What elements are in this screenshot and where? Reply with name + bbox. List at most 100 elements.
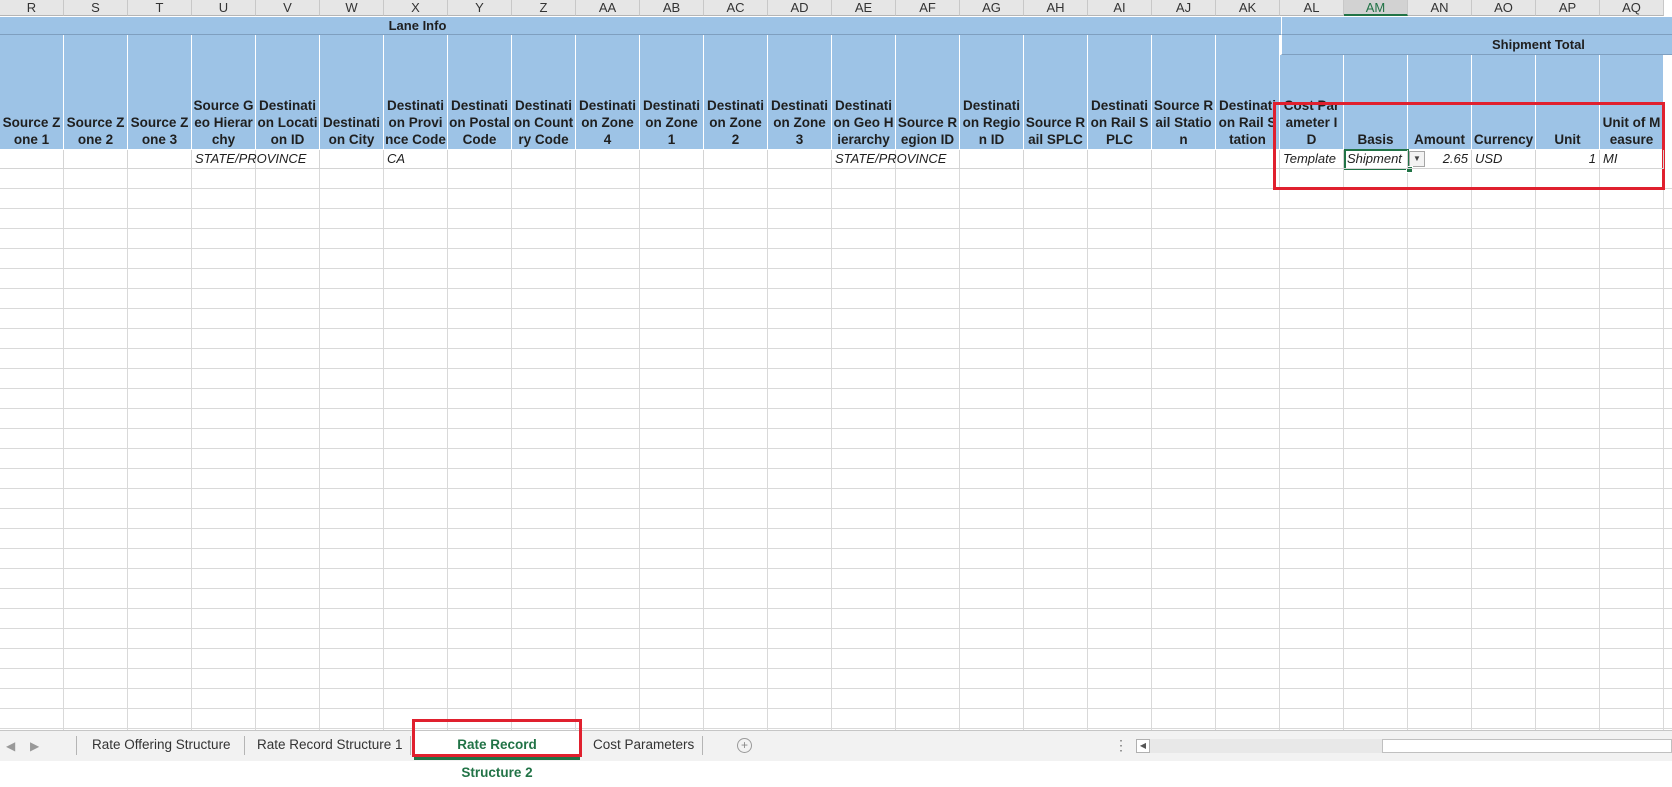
column-header-ah[interactable]: AH bbox=[1024, 0, 1088, 16]
header-cell-u[interactable]: Source Geo Hierarchy bbox=[192, 35, 256, 149]
column-header-ag[interactable]: AG bbox=[960, 0, 1024, 16]
column-header-al[interactable]: AL bbox=[1280, 0, 1344, 16]
shipment-total-label: Shipment Total bbox=[1492, 37, 1585, 52]
header-cell-w[interactable]: Destination City bbox=[320, 35, 384, 149]
column-header-aq[interactable]: AQ bbox=[1600, 0, 1664, 16]
cell-z-row[interactable] bbox=[512, 150, 576, 169]
tab-scroll-prev-icon[interactable]: ◀ bbox=[6, 739, 15, 753]
header-label: Destination Zone 3 bbox=[770, 98, 828, 147]
column-header-am[interactable]: AM bbox=[1344, 0, 1408, 16]
tab-cost-parameters[interactable]: Cost Parameters bbox=[581, 731, 706, 760]
header-cell-r[interactable]: Source Zone 1 bbox=[0, 35, 64, 149]
column-header-af[interactable]: AF bbox=[896, 0, 960, 16]
column-header-ad[interactable]: AD bbox=[768, 0, 832, 16]
column-header-aj[interactable]: AJ bbox=[1152, 0, 1216, 16]
header-cell-ac[interactable]: Destination Zone 2 bbox=[704, 35, 768, 149]
cell-aa-row[interactable] bbox=[576, 150, 640, 169]
cell-y-row[interactable] bbox=[448, 150, 512, 169]
cell-w-row[interactable] bbox=[320, 150, 384, 169]
cell-ao-row[interactable]: USD bbox=[1472, 150, 1536, 169]
header-cell-ae[interactable]: Destination Geo Hierarchy bbox=[832, 35, 896, 149]
column-header-ae[interactable]: AE bbox=[832, 0, 896, 16]
spreadsheet-grid[interactable]: R S T U V W X Y Z AA AB AC AD AE AF AG AH AI AJ AK AL AM AN AO A… bbox=[0, 0, 1672, 730]
shipment-total-band: Shipment Total bbox=[1281, 35, 1672, 55]
header-cell-aa[interactable]: Destination Zone 4 bbox=[576, 35, 640, 149]
cell-aj-row[interactable] bbox=[1152, 150, 1216, 169]
header-label: Destination Rail SPLC bbox=[1090, 98, 1149, 147]
tab-label: Rate Offering Structure bbox=[92, 737, 231, 752]
scroll-left-icon[interactable]: ◀ bbox=[1136, 739, 1150, 753]
cell-aq-row[interactable]: MI bbox=[1600, 150, 1664, 169]
header-cell-an[interactable]: Amount bbox=[1408, 55, 1472, 149]
cell-r-row[interactable] bbox=[0, 150, 64, 169]
column-header-ao[interactable]: AO bbox=[1472, 0, 1536, 16]
header-cell-ad[interactable]: Destination Zone 3 bbox=[768, 35, 832, 149]
header-cell-z[interactable]: Destination Country Code bbox=[512, 35, 576, 149]
horizontal-scrollbar-thumb[interactable] bbox=[1382, 739, 1672, 753]
lane-info-band: Lane Info bbox=[0, 17, 1281, 35]
cell-al-row[interactable]: Template bbox=[1280, 150, 1344, 169]
header-cell-ab[interactable]: Destination Zone 1 bbox=[640, 35, 704, 149]
header-label: Destination Postal Code bbox=[449, 98, 510, 147]
column-header-ap[interactable]: AP bbox=[1536, 0, 1600, 16]
column-header-w[interactable]: W bbox=[320, 0, 384, 16]
header-label: Cost Parameter ID bbox=[1283, 98, 1340, 147]
cell-t-row[interactable] bbox=[128, 150, 192, 169]
cell-ab-row[interactable] bbox=[640, 150, 704, 169]
column-header-ac[interactable]: AC bbox=[704, 0, 768, 16]
header-cell-s[interactable]: Source Zone 2 bbox=[64, 35, 128, 149]
tab-rate-record-structure-1[interactable]: Rate Record Structure 1 bbox=[245, 731, 415, 760]
column-header-r[interactable]: R bbox=[0, 0, 64, 16]
header-cell-ah[interactable]: Source Rail SPLC bbox=[1024, 35, 1088, 149]
cell-ah-row[interactable] bbox=[1024, 150, 1088, 169]
cell-ak-row[interactable] bbox=[1216, 150, 1280, 169]
column-header-u[interactable]: U bbox=[192, 0, 256, 16]
tab-rate-offering-structure[interactable]: Rate Offering Structure bbox=[80, 731, 243, 760]
cell-s-row[interactable] bbox=[64, 150, 128, 169]
header-cell-ak[interactable]: Destination Rail Station bbox=[1216, 35, 1280, 149]
header-cell-x[interactable]: Destination Province Code bbox=[384, 35, 448, 149]
header-label: Unit of Measure bbox=[1602, 115, 1661, 147]
header-cell-af[interactable]: Source Region ID bbox=[896, 35, 960, 149]
header-cell-ap[interactable]: Unit bbox=[1536, 55, 1600, 149]
cell-am-row[interactable]: Shipment bbox=[1344, 150, 1408, 169]
column-header-ak[interactable]: AK bbox=[1216, 0, 1280, 16]
cell-ap-row[interactable]: 1 bbox=[1536, 150, 1600, 169]
column-header-s[interactable]: S bbox=[64, 0, 128, 16]
header-cell-y[interactable]: Destination Postal Code bbox=[448, 35, 512, 149]
header-cell-t[interactable]: Source Zone 3 bbox=[128, 35, 192, 149]
header-label: Source Zone 3 bbox=[130, 115, 189, 147]
header-cell-v[interactable]: Destination Location ID bbox=[256, 35, 320, 149]
cell-an-row[interactable]: 2.65 bbox=[1408, 150, 1472, 169]
column-header-t[interactable]: T bbox=[128, 0, 192, 16]
more-options-icon[interactable]: ⋮ bbox=[1114, 737, 1128, 754]
cell-ac-row[interactable] bbox=[704, 150, 768, 169]
header-cell-ag[interactable]: Destination Region ID bbox=[960, 35, 1024, 149]
header-cell-al[interactable]: Cost Parameter ID bbox=[1280, 55, 1344, 149]
column-header-x[interactable]: X bbox=[384, 0, 448, 16]
column-header-z[interactable]: Z bbox=[512, 0, 576, 16]
cell-ad-row[interactable] bbox=[768, 150, 832, 169]
cell-x-row[interactable]: CA bbox=[384, 150, 448, 169]
header-cell-aq[interactable]: Unit of Measure bbox=[1600, 55, 1664, 149]
cell-ag-row[interactable] bbox=[960, 150, 1024, 169]
header-cell-ai[interactable]: Destination Rail SPLC bbox=[1088, 35, 1152, 149]
header-cell-am[interactable]: Basis bbox=[1344, 55, 1408, 149]
column-header-ab[interactable]: AB bbox=[640, 0, 704, 16]
cell-ae-row[interactable]: STATE/PROVINCE bbox=[832, 150, 946, 169]
column-header-aa[interactable]: AA bbox=[576, 0, 640, 16]
cell-u-row[interactable]: STATE/PROVINCE bbox=[192, 150, 306, 169]
column-header-y[interactable]: Y bbox=[448, 0, 512, 16]
header-cell-aj[interactable]: Source Rail Station bbox=[1152, 35, 1216, 149]
add-sheet-icon[interactable]: + bbox=[737, 738, 752, 753]
header-label: Currency bbox=[1473, 132, 1534, 147]
cell-ai-row[interactable] bbox=[1088, 150, 1152, 169]
column-header-v[interactable]: V bbox=[256, 0, 320, 16]
header-cell-ao[interactable]: Currency bbox=[1472, 55, 1536, 149]
tab-scroll-next-icon[interactable]: ▶ bbox=[30, 739, 39, 753]
header-label: Destination Country Code bbox=[513, 98, 574, 147]
column-header-ai[interactable]: AI bbox=[1088, 0, 1152, 16]
highlight-box-active-tab bbox=[412, 719, 582, 757]
header-label: Source Geo Hierarchy bbox=[193, 98, 254, 147]
column-header-an[interactable]: AN bbox=[1408, 0, 1472, 16]
